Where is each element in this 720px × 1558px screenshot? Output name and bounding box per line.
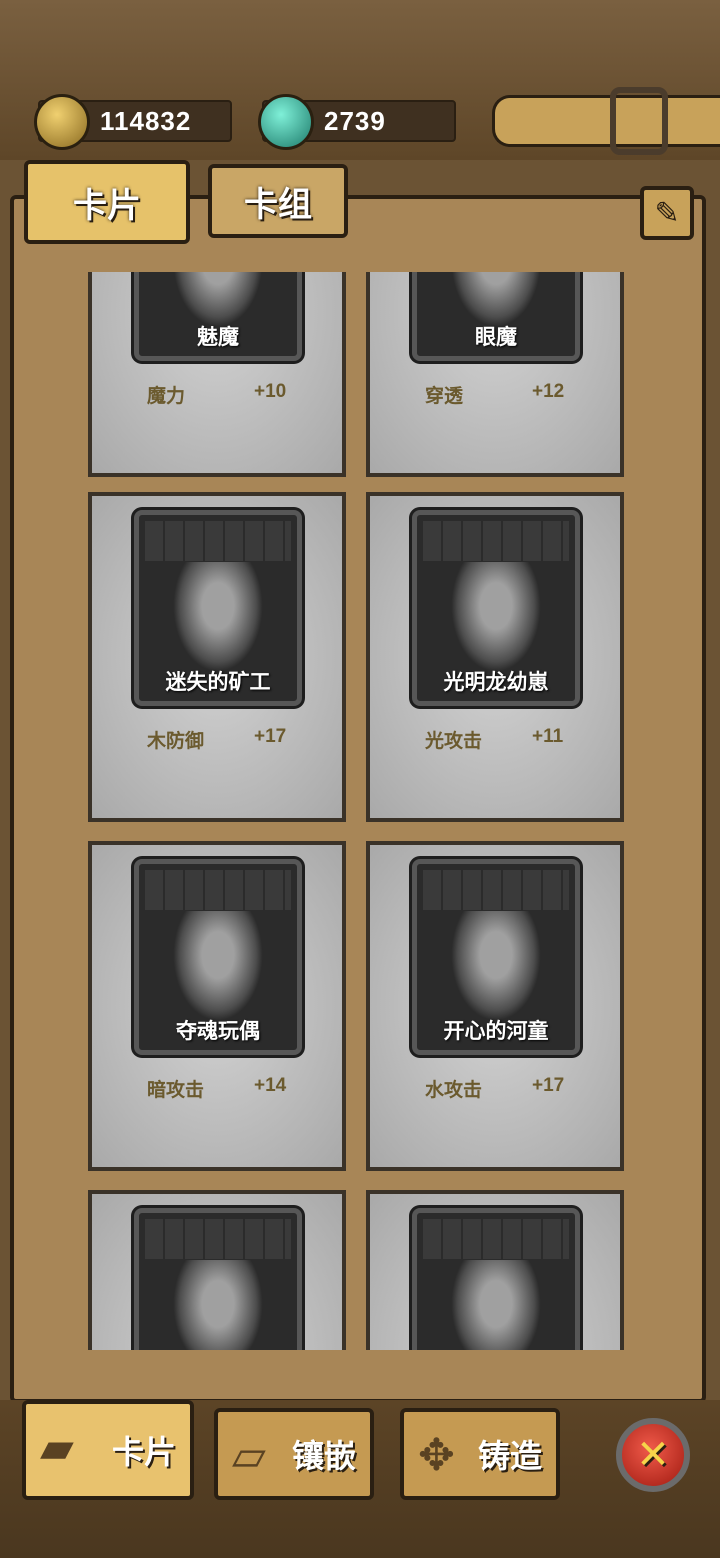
nav-inlay-button[interactable]: ▱ 镶嵌 bbox=[214, 1408, 374, 1500]
close-icon: ✕ bbox=[636, 1432, 670, 1478]
card-name: 眼魔 bbox=[475, 325, 517, 349]
nav-cards-label: 卡片 bbox=[111, 1433, 176, 1471]
card-item[interactable]: 光明龙幼崽 光攻击 +11 bbox=[366, 492, 624, 822]
gold-icon bbox=[34, 94, 90, 150]
top-bar: 114832 2739 bbox=[0, 0, 720, 160]
card-name: 开心的河童 bbox=[443, 1019, 549, 1043]
cards-icon: ▰ bbox=[40, 1422, 74, 1473]
card-stat-value: +14 bbox=[254, 1075, 287, 1096]
card-item[interactable]: 开心的河童 水攻击 +17 bbox=[366, 841, 624, 1171]
card-stat-label: 暗攻击 bbox=[147, 1079, 205, 1101]
gem-counter: 2739 bbox=[258, 94, 456, 150]
card-portrait bbox=[412, 1208, 580, 1350]
forge-icon: ✥ bbox=[418, 1430, 455, 1481]
card-item[interactable]: 眼魔 穿透 +12 bbox=[366, 272, 624, 477]
card-stat-label: 穿透 bbox=[425, 385, 464, 407]
card-item[interactable]: 夺魂玩偶 暗攻击 +14 bbox=[88, 841, 346, 1171]
card-stat-value: +12 bbox=[532, 381, 565, 402]
card-stat-value: +10 bbox=[254, 381, 287, 402]
gold-value: 114832 bbox=[100, 106, 192, 136]
card-stat-value: +17 bbox=[254, 726, 287, 747]
card-stat-label: 光攻击 bbox=[425, 730, 483, 752]
gem-value: 2739 bbox=[324, 106, 386, 136]
card-item[interactable]: 魅魔 魔力 +10 bbox=[88, 272, 346, 477]
card-item[interactable] bbox=[366, 1190, 624, 1350]
card-list[interactable]: 魅魔 魔力 +10 眼魔 穿透 +12 迷失的矿工 木防御 +17 光明龙幼崽 … bbox=[88, 272, 628, 1350]
nav-forge-label: 铸造 bbox=[477, 1437, 542, 1475]
card-stat-value: +17 bbox=[532, 1075, 565, 1096]
card-name: 迷失的矿工 bbox=[165, 670, 271, 694]
nav-forge-button[interactable]: ✥ 铸造 bbox=[400, 1408, 560, 1500]
tab-decks[interactable]: 卡组 bbox=[208, 164, 348, 238]
edit-button[interactable]: ✎ bbox=[640, 186, 694, 240]
buckle-decoration bbox=[610, 87, 668, 155]
book-icon: ▱ bbox=[232, 1430, 266, 1481]
card-stat-value: +11 bbox=[532, 726, 564, 747]
card-portrait bbox=[134, 1208, 302, 1350]
gem-icon bbox=[258, 94, 314, 150]
tab-cards[interactable]: 卡片 bbox=[24, 160, 190, 244]
card-name: 夺魂玩偶 bbox=[176, 1019, 260, 1043]
card-name: 魅魔 bbox=[197, 325, 239, 349]
gold-counter: 114832 bbox=[34, 94, 232, 150]
card-name: 光明龙幼崽 bbox=[443, 670, 549, 694]
belt-decoration bbox=[492, 95, 720, 147]
card-stat-label: 木防御 bbox=[147, 730, 205, 752]
close-button[interactable]: ✕ bbox=[616, 1418, 690, 1492]
brush-icon: ✎ bbox=[654, 195, 680, 231]
nav-inlay-label: 镶嵌 bbox=[291, 1437, 356, 1475]
card-item[interactable] bbox=[88, 1190, 346, 1350]
card-stat-label: 水攻击 bbox=[425, 1079, 483, 1101]
card-stat-label: 魔力 bbox=[147, 385, 186, 407]
card-item[interactable]: 迷失的矿工 木防御 +17 bbox=[88, 492, 346, 822]
nav-cards-button[interactable]: ▰ 卡片 bbox=[22, 1400, 194, 1500]
